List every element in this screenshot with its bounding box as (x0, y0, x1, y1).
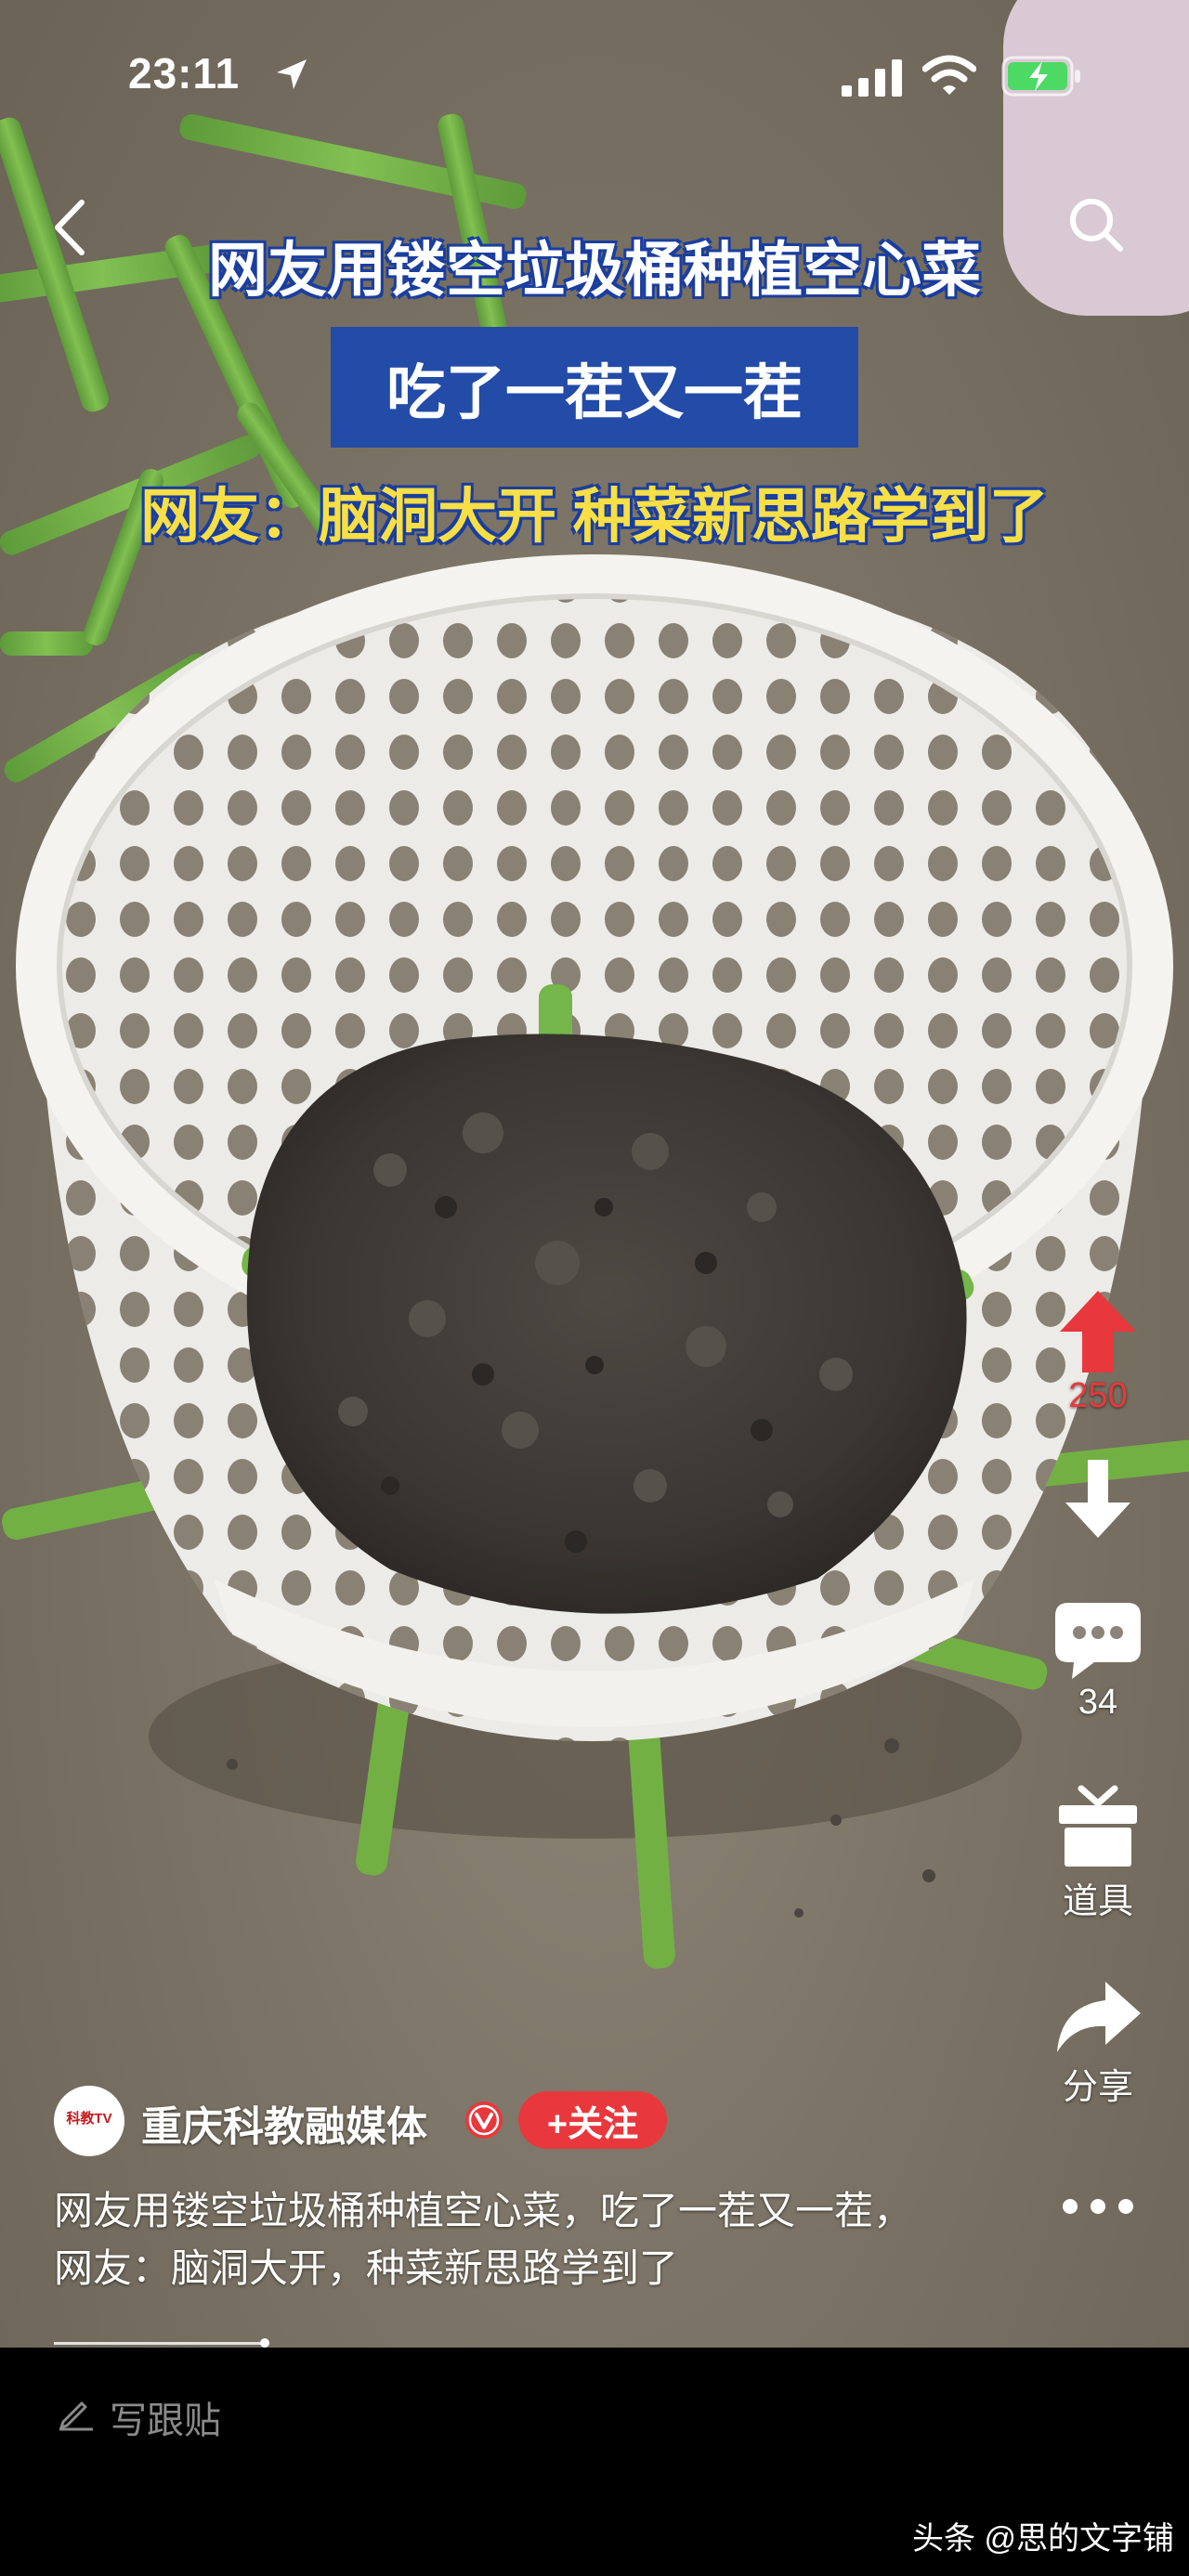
comment-bubble-icon (1055, 1603, 1141, 1679)
comment-button[interactable]: 34 (1033, 1599, 1163, 1723)
post-description: 网友用镂空垃圾桶种植空心菜，吃了一茬又一茬， 网友：脑洞大开，种菜新思路学到了 (54, 2182, 983, 2297)
follow-button[interactable]: +关注 (518, 2091, 667, 2149)
share-button[interactable]: 分享 (1033, 1978, 1163, 2109)
downvote-button[interactable] (1033, 1454, 1163, 1543)
description-line1: 网友用镂空垃圾桶种植空心菜，吃了一茬又一茬， (54, 2189, 913, 2232)
status-bar: 23:11 (0, 0, 1189, 158)
comment-count: 34 (1078, 1683, 1118, 1722)
location-arrow-icon (277, 59, 307, 89)
video-progress-handle[interactable] (260, 2338, 269, 2348)
share-label: 分享 (1062, 2068, 1133, 2107)
author-name[interactable]: 重庆科教融媒体 (141, 2093, 427, 2153)
gift-box-icon (1059, 1785, 1137, 1867)
props-button[interactable]: 道具 (1033, 1783, 1163, 1923)
video-post-screen: 23:11 网友用镂空垃圾桶种植空心菜 吃了一茬又一茬 网友：脑洞大开 种菜新思… (0, 0, 1189, 2576)
wifi-icon (922, 55, 976, 95)
upvote-button[interactable]: 250 (1033, 1287, 1163, 1416)
verified-badge-icon (465, 2101, 503, 2139)
battery-charging-icon (1001, 56, 1080, 97)
source-watermark: 头条 @思的文字铺 (912, 2521, 1174, 2556)
cellular-signal-icon (842, 59, 902, 97)
video-caption-line3: 网友：脑洞大开 种菜新思路学到了 (140, 483, 1049, 550)
more-button[interactable] (1033, 2188, 1163, 2225)
upvote-count: 250 (1068, 1376, 1128, 1415)
more-dots-icon (1063, 2199, 1133, 2214)
video-progress-bar[interactable] (54, 2342, 264, 2345)
description-line2: 网友：脑洞大开，种菜新思路学到了 (54, 2246, 679, 2290)
props-label: 道具 (1062, 1882, 1133, 1921)
status-time: 23:11 (128, 49, 241, 98)
video-caption-line2: 吃了一茬又一茬 (386, 359, 803, 426)
video-caption-line1: 网友用镂空垃圾桶种植空心菜 (208, 237, 981, 304)
author-avatar[interactable]: 科教TV (54, 2086, 124, 2156)
arrow-down-icon (1065, 1460, 1130, 1538)
share-arrow-icon (1057, 1982, 1141, 2052)
arrow-up-icon (1060, 1291, 1136, 1373)
avatar-logo-text: 科教TV (66, 2111, 112, 2127)
pencil-icon (59, 2401, 93, 2431)
write-comment-input[interactable]: 写跟贴 (110, 2390, 221, 2444)
